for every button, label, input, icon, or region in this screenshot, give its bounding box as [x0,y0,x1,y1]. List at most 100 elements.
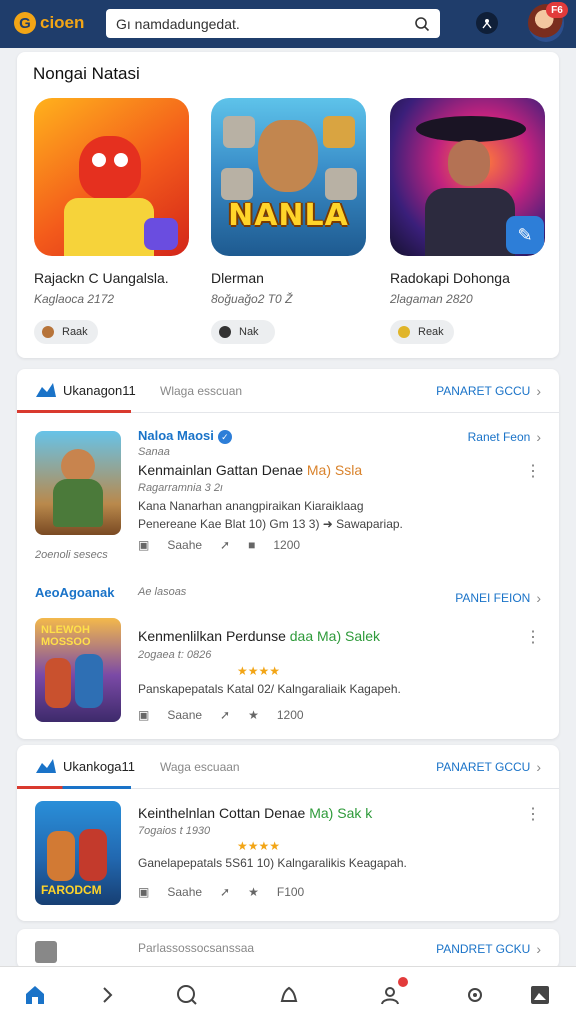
section-link[interactable]: PANARET GCCU › [436,759,541,775]
section-link-label: PANARET GCCU [436,760,531,774]
profile-icon[interactable] [376,977,408,1009]
post-entry[interactable]: AeoAgoanak Ae lasoas PANEI FEION › NLEWOH… [17,584,559,734]
game-logo-text: NANLA [228,198,349,233]
post-thumbnail[interactable] [35,941,57,963]
search-bar[interactable] [106,9,440,38]
explore-icon[interactable] [173,981,201,1009]
game-thumbnail[interactable]: ✎ [390,98,545,256]
post-entry[interactable]: FARODCM Keinthelnlan Cottan Denae Ma) Sa… [17,801,559,919]
chevron-right-icon: › [536,590,541,606]
notification-badge: F6 [546,2,568,18]
account-icon[interactable] [476,12,498,34]
app-logo[interactable]: G cioen [14,11,84,35]
library-icon[interactable] [526,981,554,1009]
post-link[interactable]: Ranet Feon › [468,429,541,445]
post-thumbnail[interactable]: NLEWOH MOSSOO [35,618,121,722]
section-link[interactable]: PANARET GCCU › [436,383,541,399]
post-meta: 2ogaea t: 0826 [138,649,212,661]
controller-icon [219,326,231,338]
post-title[interactable]: Keinthelnlan Cottan Denae Ma) Sak k [138,805,372,821]
featured-game[interactable]: Rajackn C Uangalsla. Kaglaoca 2172 Raak [34,98,194,344]
post-actions: ▣ Saane ➚ ★ 1200 [138,708,322,722]
post-description: Penereane Kae Blat 10) Gm 13 3) ➜ Sawapa… [138,517,403,531]
post-title[interactable]: Kenmenlilkan Perdunse daa Ma) Salek [138,628,380,644]
post-description: Ganelapepatals 5S61 10) Kalngaralikis Ke… [138,856,407,870]
share-button[interactable]: Saahe [167,538,202,552]
search-icon[interactable] [414,16,430,32]
thumbnail-text: NLEWOH MOSSOO [41,624,91,648]
post-description: Kana Nanarhan anangpiraikan Kiaraiklaag [138,499,364,513]
section-card: Parlassossocsanssaa PANDRET GCKU › [17,929,559,969]
chevron-right-icon: › [536,941,541,957]
kebab-icon[interactable]: ⋮ [525,627,541,647]
forward-icon[interactable]: ➚ [220,885,230,899]
game-thumbnail[interactable]: NANLA [211,98,366,256]
post-title-highlight: daa Ma) Salek [289,628,381,644]
post-author[interactable]: AeoAgoanak [35,584,114,602]
game-play-button[interactable]: Nak [211,320,275,344]
featured-game[interactable]: ✎ Radokapi Dohonga 2lagaman 2820 Reak [390,98,550,344]
post-title-highlight: Ma) Sak k [309,805,373,821]
chevron-right-icon: › [536,429,541,445]
post-sub-meta: Ae lasoas [138,586,187,598]
search-input[interactable] [116,15,414,32]
section-link[interactable]: PANDRET GCKU › [436,941,541,957]
app-name: cioen [40,13,85,32]
bookmark-count: F100 [276,885,305,899]
game-name: Dlerman [211,270,264,286]
star-icon[interactable]: ★ [248,885,259,899]
top-app-bar: G cioen F6 [0,0,576,48]
verified-icon: ✓ [217,430,232,444]
section-title: Ukankoga11 [63,759,136,774]
post-title-highlight: Ma) Ssla [306,462,363,478]
section-header: Ukankoga11 Waga escuaan PANARET GCCU › [17,745,559,789]
kebab-icon[interactable]: ⋮ [525,461,541,481]
game-date: 8oğuağo2 T0 Ž [211,292,293,306]
game-play-button[interactable]: Raak [34,320,98,344]
kebab-icon[interactable]: ⋮ [525,804,541,824]
coin-icon [42,326,54,338]
post-thumbnail[interactable] [35,431,121,535]
section-link-label: PANARET GCCU [436,384,531,398]
button-label: Raak [62,326,88,338]
post-title[interactable]: Kenmainlan Gattan Denae Ma) Ssla [138,462,362,478]
star-icon[interactable]: ★ [248,708,259,722]
share-icon[interactable]: ▣ [138,538,149,552]
post-link[interactable]: PANEI FEION › [455,590,541,606]
chevron-right-icon[interactable] [93,981,121,1009]
bookmark-count: 1200 [273,538,301,552]
section-card: Ukanagon11 Wlaga esscuan PANARET GCCU › N… [17,369,559,739]
author-name[interactable]: AeoAgoanak [35,585,114,600]
post-actions: ▣ Saahe ➚ ★ F100 [138,885,322,899]
author-name[interactable]: Naloa Maosi [138,428,214,443]
game-date: Kaglaoca 2172 [34,292,115,306]
chevron-right-icon: › [536,383,541,399]
bottom-navigation [0,966,576,1024]
share-icon[interactable]: ▣ [138,708,149,722]
bookmark-count: 1200 [276,708,304,722]
forward-icon[interactable]: ➚ [220,538,230,552]
post-author[interactable]: Naloa Maosi ✓ [138,427,232,445]
section-accent [17,410,131,413]
thumbnail-caption: 2oenoli sesecs [35,549,108,561]
game-play-button[interactable]: Reak [390,320,454,344]
game-thumbnail[interactable] [34,98,189,256]
chart-icon [36,759,56,773]
featured-game[interactable]: NANLA Dlerman 8oğuağo2 T0 Ž Nak [211,98,371,344]
post-meta: 7ogaios t 1930 [138,825,211,837]
home-icon[interactable] [21,981,49,1009]
share-button[interactable]: Saahe [167,885,202,899]
section-link-label: PANDRET GCKU [436,942,531,956]
share-button[interactable]: Saane [167,708,202,722]
bookmark-icon[interactable]: ■ [248,538,255,552]
settings-icon[interactable] [461,981,489,1009]
notification-icon[interactable] [275,981,303,1009]
post-thumbnail[interactable]: FARODCM [35,801,121,905]
share-icon[interactable]: ▣ [138,885,149,899]
post-entry[interactable]: Naloa Maosi ✓ Ranet Feon › Sanaa Kenmainla… [17,427,559,579]
featured-card: Nongai Natasi Rajackn C Uangalsla. Kagla… [17,52,559,358]
rating-stars: ★★★★ [237,839,281,853]
game-name: Radokapi Dohonga [390,270,510,286]
rating-stars: ★★★★ [237,664,281,678]
forward-icon[interactable]: ➚ [220,708,230,722]
